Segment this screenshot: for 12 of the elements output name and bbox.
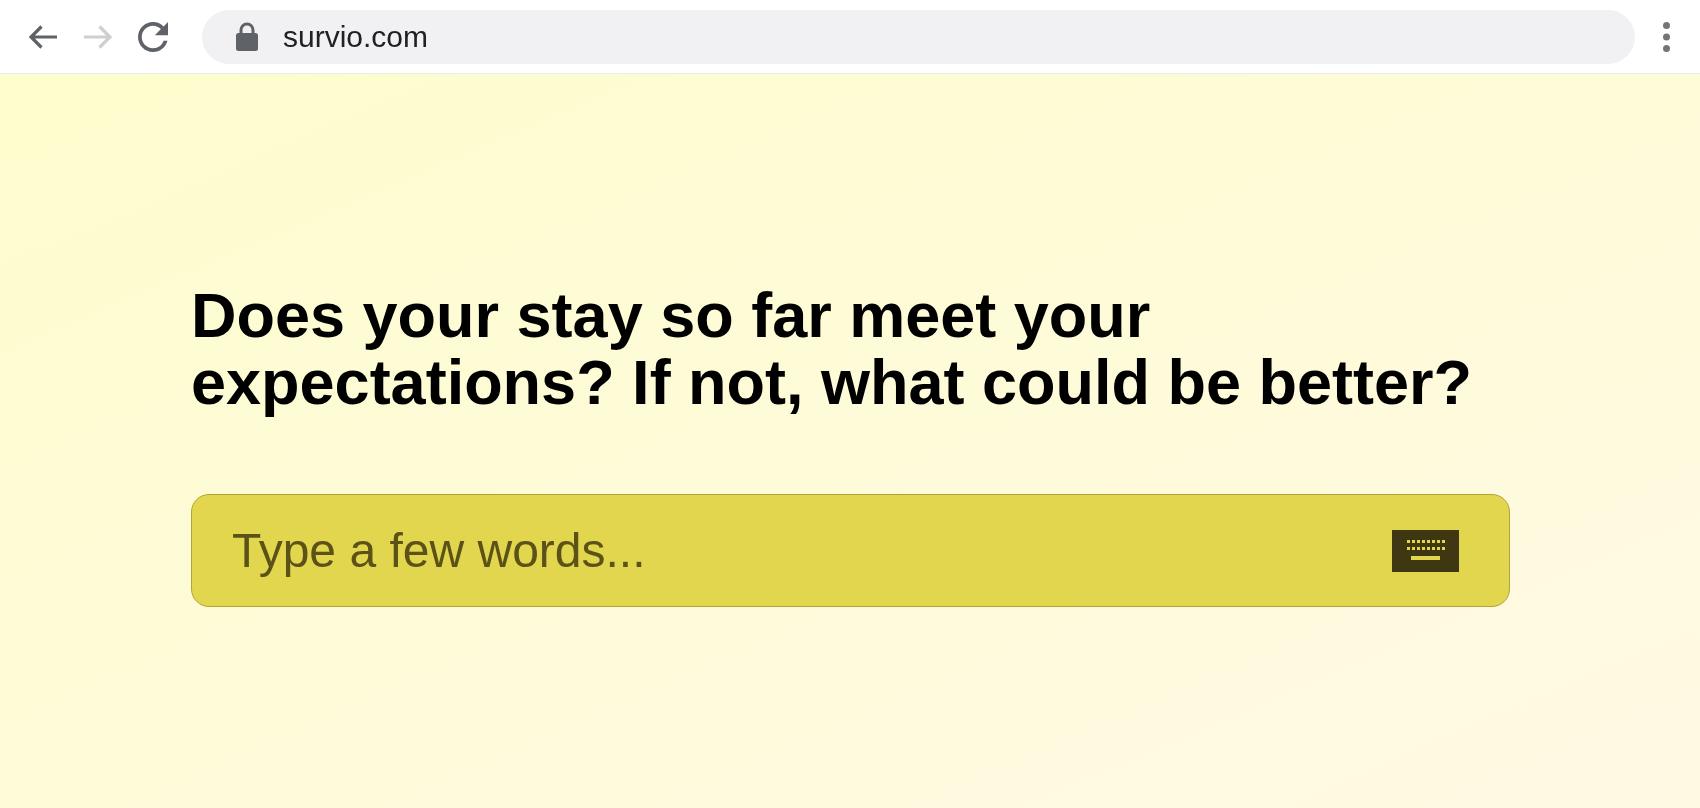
address-bar[interactable]: survio.com — [202, 9, 1635, 64]
url-text: survio.com — [283, 18, 429, 55]
lock-icon — [236, 22, 258, 51]
question-title: Does your stay so far meet your expectations? If not, what could be better? — [191, 282, 1474, 416]
arrow-right-icon — [83, 23, 113, 50]
answer-field[interactable]: Type a few words... — [191, 494, 1510, 607]
keyboard-icon — [1392, 530, 1459, 572]
reload-icon — [138, 21, 168, 52]
menu-icon[interactable] — [1663, 21, 1670, 52]
arrow-left-icon — [28, 23, 58, 50]
reload-button[interactable] — [138, 21, 168, 52]
back-button[interactable] — [28, 23, 58, 50]
